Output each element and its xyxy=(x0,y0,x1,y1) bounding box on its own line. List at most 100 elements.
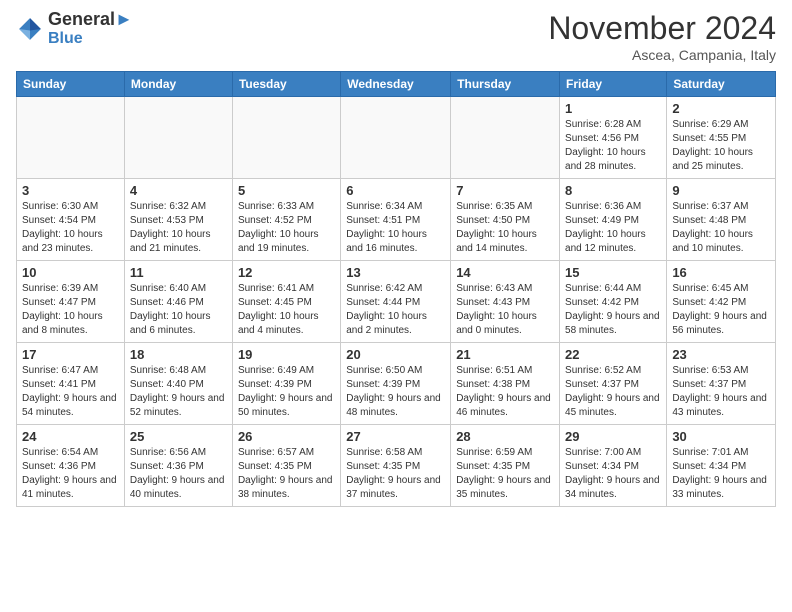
calendar-cell: 14 Sunrise: 6:43 AMSunset: 4:43 PMDayligh… xyxy=(451,261,560,343)
day-number: 15 xyxy=(565,265,661,280)
calendar-cell: 19 Sunrise: 6:49 AMSunset: 4:39 PMDayligh… xyxy=(232,343,340,425)
day-info: Sunrise: 6:53 AMSunset: 4:37 PMDaylight:… xyxy=(672,364,770,420)
day-info: Sunrise: 6:30 AMSunset: 4:54 PMDaylight:… xyxy=(22,200,119,256)
day-info: Sunrise: 6:39 AMSunset: 4:47 PMDaylight:… xyxy=(22,282,119,338)
calendar-cell xyxy=(124,97,232,179)
calendar-cell: 24 Sunrise: 6:54 AMSunset: 4:36 PMDayligh… xyxy=(17,425,125,507)
day-info: Sunrise: 6:42 AMSunset: 4:44 PMDaylight:… xyxy=(346,282,445,338)
day-info: Sunrise: 6:57 AMSunset: 4:35 PMDaylight:… xyxy=(238,446,335,502)
day-info: Sunrise: 6:47 AMSunset: 4:41 PMDaylight:… xyxy=(22,364,119,420)
calendar-cell: 13Sunrise: 6:42 AMSunset: 4:44 PMDayligh… xyxy=(341,261,451,343)
calendar-cell: 23Sunrise: 6:53 AMSunset: 4:37 PMDayligh… xyxy=(667,343,776,425)
week-row-0: 1Sunrise: 6:28 AMSunset: 4:56 PMDaylight… xyxy=(17,97,776,179)
day-info: Sunrise: 6:54 AMSunset: 4:36 PMDaylight:… xyxy=(22,446,119,502)
calendar-cell: 25 Sunrise: 6:56 AMSunset: 4:36 PMDayligh… xyxy=(124,425,232,507)
calendar-cell: 17 Sunrise: 6:47 AMSunset: 4:41 PMDayligh… xyxy=(17,343,125,425)
weekday-header-row: SundayMondayTuesdayWednesdayThursdayFrid… xyxy=(17,72,776,97)
calendar-cell: 5Sunrise: 6:33 AMSunset: 4:52 PMDaylight… xyxy=(232,179,340,261)
calendar-cell: 20 Sunrise: 6:50 AMSunset: 4:39 PMDayligh… xyxy=(341,343,451,425)
day-info: Sunrise: 6:45 AMSunset: 4:42 PMDaylight:… xyxy=(672,282,770,338)
day-info: Sunrise: 6:48 AMSunset: 4:40 PMDaylight:… xyxy=(130,364,227,420)
day-info: Sunrise: 6:34 AMSunset: 4:51 PMDaylight:… xyxy=(346,200,445,256)
day-info: Sunrise: 6:29 AMSunset: 4:55 PMDaylight:… xyxy=(672,118,770,174)
weekday-tuesday: Tuesday xyxy=(232,72,340,97)
calendar-cell: 9 Sunrise: 6:37 AMSunset: 4:48 PMDaylight… xyxy=(667,179,776,261)
weekday-wednesday: Wednesday xyxy=(341,72,451,97)
location: Ascea, Campania, Italy xyxy=(548,47,776,63)
day-number: 21 xyxy=(456,347,554,362)
day-number: 12 xyxy=(238,265,335,280)
day-info: Sunrise: 6:59 AMSunset: 4:35 PMDaylight:… xyxy=(456,446,554,502)
day-number: 28 xyxy=(456,429,554,444)
logo: General► Blue xyxy=(16,10,133,47)
day-info: Sunrise: 6:40 AMSunset: 4:46 PMDaylight:… xyxy=(130,282,227,338)
calendar-cell xyxy=(341,97,451,179)
weekday-friday: Friday xyxy=(560,72,667,97)
logo-icon xyxy=(16,15,44,43)
calendar-cell: 10 Sunrise: 6:39 AMSunset: 4:47 PMDayligh… xyxy=(17,261,125,343)
day-number: 2 xyxy=(672,101,770,116)
calendar-cell: 12 Sunrise: 6:41 AMSunset: 4:45 PMDayligh… xyxy=(232,261,340,343)
calendar-cell: 26 Sunrise: 6:57 AMSunset: 4:35 PMDayligh… xyxy=(232,425,340,507)
day-number: 16 xyxy=(672,265,770,280)
day-number: 9 xyxy=(672,183,770,198)
day-number: 22 xyxy=(565,347,661,362)
day-info: Sunrise: 6:50 AMSunset: 4:39 PMDaylight:… xyxy=(346,364,445,420)
day-info: Sunrise: 6:49 AMSunset: 4:39 PMDaylight:… xyxy=(238,364,335,420)
day-number: 17 xyxy=(22,347,119,362)
day-info: Sunrise: 7:01 AMSunset: 4:34 PMDaylight:… xyxy=(672,446,770,502)
title-block: November 2024 Ascea, Campania, Italy xyxy=(548,10,776,63)
day-info: Sunrise: 7:00 AMSunset: 4:34 PMDaylight:… xyxy=(565,446,661,502)
day-number: 26 xyxy=(238,429,335,444)
week-row-1: 3 Sunrise: 6:30 AMSunset: 4:54 PMDaylight… xyxy=(17,179,776,261)
day-number: 7 xyxy=(456,183,554,198)
week-row-4: 24 Sunrise: 6:54 AMSunset: 4:36 PMDayligh… xyxy=(17,425,776,507)
calendar-cell: 15 Sunrise: 6:44 AMSunset: 4:42 PMDayligh… xyxy=(560,261,667,343)
month-title: November 2024 xyxy=(548,10,776,47)
day-info: Sunrise: 6:58 AMSunset: 4:35 PMDaylight:… xyxy=(346,446,445,502)
calendar-cell: 7Sunrise: 6:35 AMSunset: 4:50 PMDaylight… xyxy=(451,179,560,261)
calendar: SundayMondayTuesdayWednesdayThursdayFrid… xyxy=(16,71,776,507)
day-info: Sunrise: 6:43 AMSunset: 4:43 PMDaylight:… xyxy=(456,282,554,338)
day-number: 19 xyxy=(238,347,335,362)
day-number: 6 xyxy=(346,183,445,198)
day-info: Sunrise: 6:51 AMSunset: 4:38 PMDaylight:… xyxy=(456,364,554,420)
calendar-cell: 3 Sunrise: 6:30 AMSunset: 4:54 PMDaylight… xyxy=(17,179,125,261)
day-info: Sunrise: 6:44 AMSunset: 4:42 PMDaylight:… xyxy=(565,282,661,338)
week-row-3: 17 Sunrise: 6:47 AMSunset: 4:41 PMDayligh… xyxy=(17,343,776,425)
logo-blue: ► xyxy=(115,9,133,29)
calendar-cell xyxy=(17,97,125,179)
calendar-cell: 29 Sunrise: 7:00 AMSunset: 4:34 PMDayligh… xyxy=(560,425,667,507)
day-number: 29 xyxy=(565,429,661,444)
calendar-cell: 30Sunrise: 7:01 AMSunset: 4:34 PMDayligh… xyxy=(667,425,776,507)
day-number: 25 xyxy=(130,429,227,444)
logo-text: General► Blue xyxy=(48,10,133,47)
day-number: 20 xyxy=(346,347,445,362)
day-info: Sunrise: 6:33 AMSunset: 4:52 PMDaylight:… xyxy=(238,200,335,256)
calendar-cell: 11 Sunrise: 6:40 AMSunset: 4:46 PMDayligh… xyxy=(124,261,232,343)
calendar-cell: 21 Sunrise: 6:51 AMSunset: 4:38 PMDayligh… xyxy=(451,343,560,425)
day-number: 1 xyxy=(565,101,661,116)
day-info: Sunrise: 6:36 AMSunset: 4:49 PMDaylight:… xyxy=(565,200,661,256)
day-number: 3 xyxy=(22,183,119,198)
day-number: 8 xyxy=(565,183,661,198)
day-number: 10 xyxy=(22,265,119,280)
day-info: Sunrise: 6:56 AMSunset: 4:36 PMDaylight:… xyxy=(130,446,227,502)
calendar-cell: 18 Sunrise: 6:48 AMSunset: 4:40 PMDayligh… xyxy=(124,343,232,425)
weekday-saturday: Saturday xyxy=(667,72,776,97)
calendar-cell: 27Sunrise: 6:58 AMSunset: 4:35 PMDayligh… xyxy=(341,425,451,507)
calendar-cell: 22Sunrise: 6:52 AMSunset: 4:37 PMDayligh… xyxy=(560,343,667,425)
calendar-cell: 1Sunrise: 6:28 AMSunset: 4:56 PMDaylight… xyxy=(560,97,667,179)
week-row-2: 10 Sunrise: 6:39 AMSunset: 4:47 PMDayligh… xyxy=(17,261,776,343)
day-number: 11 xyxy=(130,265,227,280)
day-info: Sunrise: 6:41 AMSunset: 4:45 PMDaylight:… xyxy=(238,282,335,338)
day-number: 24 xyxy=(22,429,119,444)
day-info: Sunrise: 6:37 AMSunset: 4:48 PMDaylight:… xyxy=(672,200,770,256)
day-number: 14 xyxy=(456,265,554,280)
weekday-thursday: Thursday xyxy=(451,72,560,97)
day-info: Sunrise: 6:32 AMSunset: 4:53 PMDaylight:… xyxy=(130,200,227,256)
day-number: 4 xyxy=(130,183,227,198)
calendar-cell xyxy=(232,97,340,179)
calendar-cell: 6 Sunrise: 6:34 AMSunset: 4:51 PMDaylight… xyxy=(341,179,451,261)
day-number: 18 xyxy=(130,347,227,362)
